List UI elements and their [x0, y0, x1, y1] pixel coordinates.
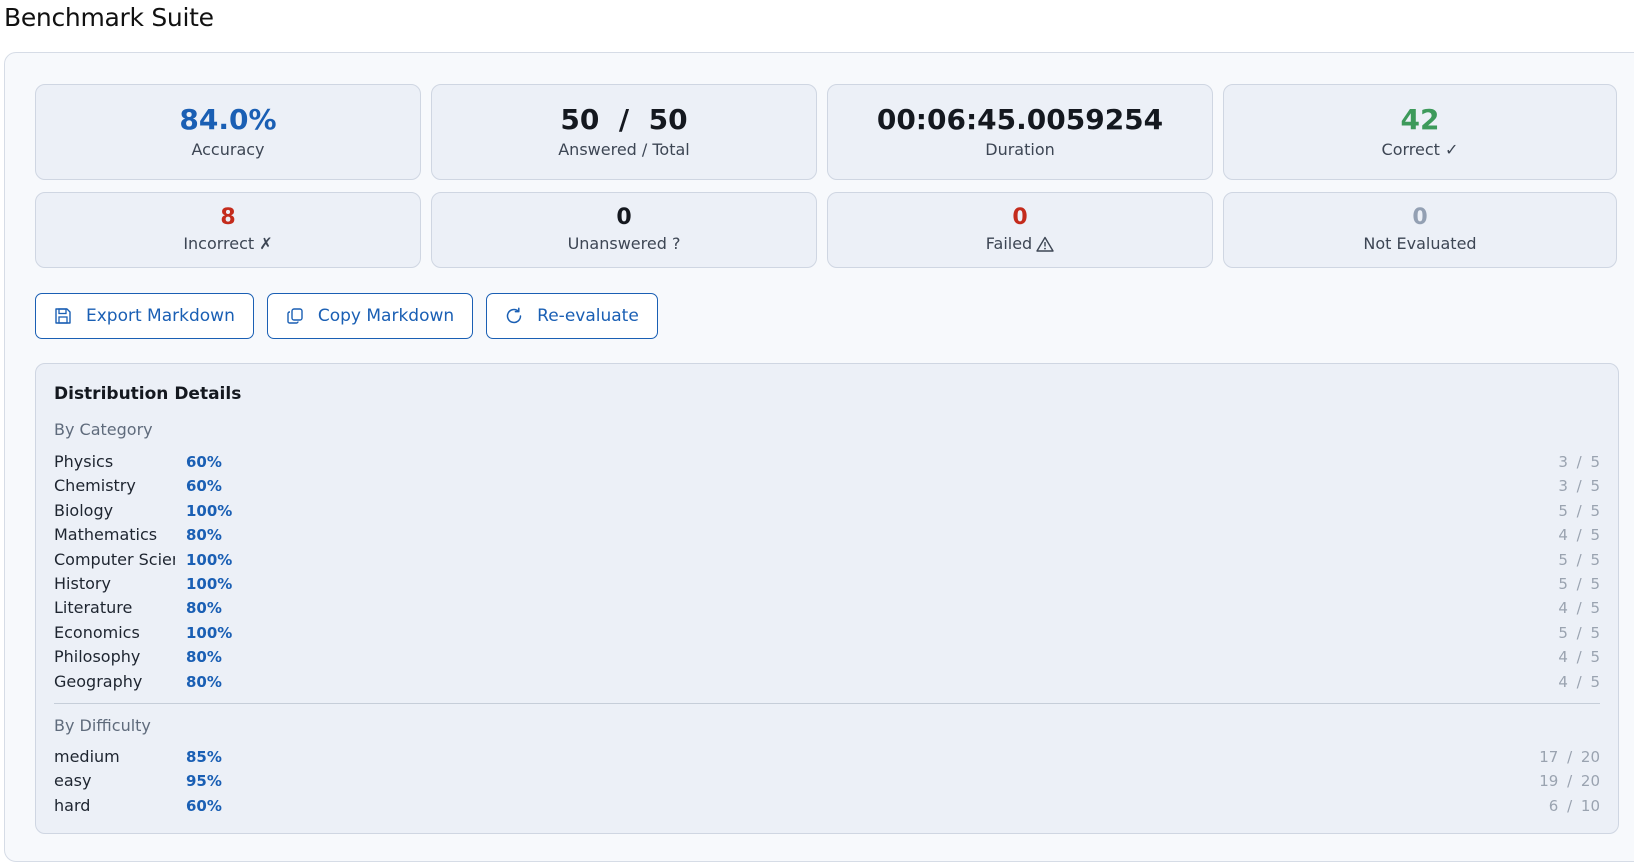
row-name: hard — [54, 795, 91, 815]
row-percent: 80% — [186, 526, 222, 545]
list-item: hard 60% 6 / 10 — [54, 794, 1600, 818]
accuracy-card: 84.0% Accuracy — [35, 84, 421, 180]
row-count: 4 / 5 — [1558, 526, 1600, 545]
row-count: 17 / 20 — [1539, 748, 1600, 766]
duration-value: 00:06:45.0059254 — [876, 103, 1164, 136]
distribution-title: Distribution Details — [54, 384, 242, 404]
row-name: medium — [54, 747, 120, 766]
row-name: Geography — [54, 671, 143, 691]
list-item: Biology 100% 5 / 5 — [54, 499, 1600, 523]
correct-label: Correct ✓ — [1381, 140, 1459, 159]
row-count: 4 / 5 — [1558, 672, 1600, 691]
row-percent: 100% — [186, 550, 233, 569]
row-name: Computer Science — [54, 549, 175, 569]
row-percent: 80% — [186, 672, 222, 691]
correct-card: 42 Correct ✓ — [1223, 84, 1617, 180]
incorrect-value: 8 — [220, 205, 236, 230]
section-divider — [54, 703, 1600, 704]
distribution-details: Distribution Details By Category Physics… — [35, 363, 1619, 834]
row-count: 5 / 5 — [1558, 574, 1600, 593]
not-evaluated-value: 0 — [1412, 205, 1428, 230]
by-category-label: By Category — [54, 420, 153, 439]
save-icon — [55, 308, 71, 324]
incorrect-label: Incorrect ✗ — [183, 234, 273, 253]
row-name: History — [54, 573, 111, 593]
accuracy-label: Accuracy — [191, 140, 265, 159]
export-markdown-label: Export Markdown — [86, 306, 235, 326]
list-item: Physics 60% 3 / 5 — [54, 450, 1600, 474]
failed-card: 0 Failed — [827, 192, 1213, 268]
answered-card: 50 / 50 Answered / Total — [431, 84, 817, 180]
refresh-icon — [506, 307, 522, 324]
duration-label: Duration — [985, 140, 1055, 159]
row-percent: 95% — [186, 772, 222, 791]
accuracy-value: 84.0% — [179, 103, 277, 136]
row-count: 4 / 5 — [1558, 599, 1600, 618]
reevaluate-label: Re-evaluate — [537, 306, 639, 326]
row-name: Economics — [54, 622, 140, 642]
answered-label: Answered / Total — [558, 140, 690, 159]
copy-markdown-label: Copy Markdown — [317, 306, 455, 326]
failed-value: 0 — [1012, 205, 1028, 230]
list-item: Computer Science 100% 5 / 5 — [54, 548, 1600, 572]
reevaluate-button[interactable]: Re-evaluate — [486, 293, 658, 339]
row-name: Mathematics — [54, 525, 158, 545]
list-item: Mathematics 80% 4 / 5 — [54, 523, 1600, 547]
row-name: Philosophy — [54, 647, 141, 667]
row-count: 19 / 20 — [1539, 772, 1600, 791]
row-percent: 80% — [186, 599, 222, 618]
row-name: Literature — [54, 598, 133, 618]
row-count: 3 / 5 — [1558, 453, 1600, 471]
row-percent: 100% — [186, 501, 233, 520]
list-item: Chemistry 60% 3 / 5 — [54, 474, 1600, 498]
row-percent: 100% — [186, 574, 233, 593]
copy-icon — [287, 308, 303, 324]
row-percent: 80% — [186, 648, 222, 667]
row-count: 5 / 5 — [1558, 623, 1600, 642]
row-percent: 100% — [186, 623, 233, 642]
action-bar: Export Markdown Copy Markdown Re-evaluat… — [35, 293, 658, 339]
row-count: 4 / 5 — [1558, 648, 1600, 667]
row-count: 3 / 5 — [1558, 477, 1600, 496]
duration-card: 00:06:45.0059254 Duration — [827, 84, 1213, 180]
row-count: 5 / 5 — [1558, 501, 1600, 520]
list-item: Literature 80% 4 / 5 — [54, 596, 1600, 620]
difficulty-list: medium 85% 17 / 20 easy 95% 19 / 20 hard 60% 6 /… — [54, 745, 1600, 818]
row-name: Chemistry — [54, 476, 136, 496]
row-percent: 60% — [186, 453, 222, 471]
incorrect-card: 8 Incorrect ✗ — [35, 192, 421, 268]
copy-markdown-button[interactable]: Copy Markdown — [266, 293, 474, 339]
list-item: easy 95% 19 / 20 — [54, 769, 1600, 793]
list-item: Philosophy 80% 4 / 5 — [54, 645, 1600, 669]
list-item: History 100% 5 / 5 — [54, 572, 1600, 596]
failed-label-row: Failed — [986, 233, 1054, 255]
page-title: Benchmark Suite — [4, 3, 214, 32]
stats-grid: 84.0% Accuracy 50 / 50 Answered / Total … — [35, 84, 1617, 268]
row-count: 6 / 10 — [1548, 796, 1600, 815]
category-list: Physics 60% 3 / 5 Chemistry 60% 3 / 5 Biology 1… — [54, 450, 1600, 694]
failed-label: Failed — [985, 234, 1033, 253]
row-name: Physics — [54, 452, 114, 471]
row-name: Biology — [54, 500, 114, 520]
export-markdown-button[interactable]: Export Markdown — [35, 293, 254, 339]
warning-icon — [1036, 236, 1054, 252]
list-item: Economics 100% 5 / 5 — [54, 621, 1600, 645]
not-evaluated-card: 0 Not Evaluated — [1223, 192, 1617, 268]
unanswered-value: 0 — [616, 205, 632, 230]
row-name: easy — [54, 771, 92, 791]
unanswered-card: 0 Unanswered ? — [431, 192, 817, 268]
list-item: medium 85% 17 / 20 — [54, 745, 1600, 769]
row-percent: 60% — [186, 477, 222, 496]
answered-value: 50 / 50 — [560, 103, 688, 136]
row-percent: 85% — [186, 748, 222, 766]
by-difficulty-label: By Difficulty — [54, 716, 151, 735]
row-count: 5 / 5 — [1558, 550, 1600, 569]
row-percent: 60% — [186, 796, 222, 815]
list-item: Geography 80% 4 / 5 — [54, 670, 1600, 694]
not-evaluated-label: Not Evaluated — [1363, 234, 1477, 253]
unanswered-label: Unanswered ? — [567, 234, 681, 253]
correct-value: 42 — [1400, 103, 1440, 136]
